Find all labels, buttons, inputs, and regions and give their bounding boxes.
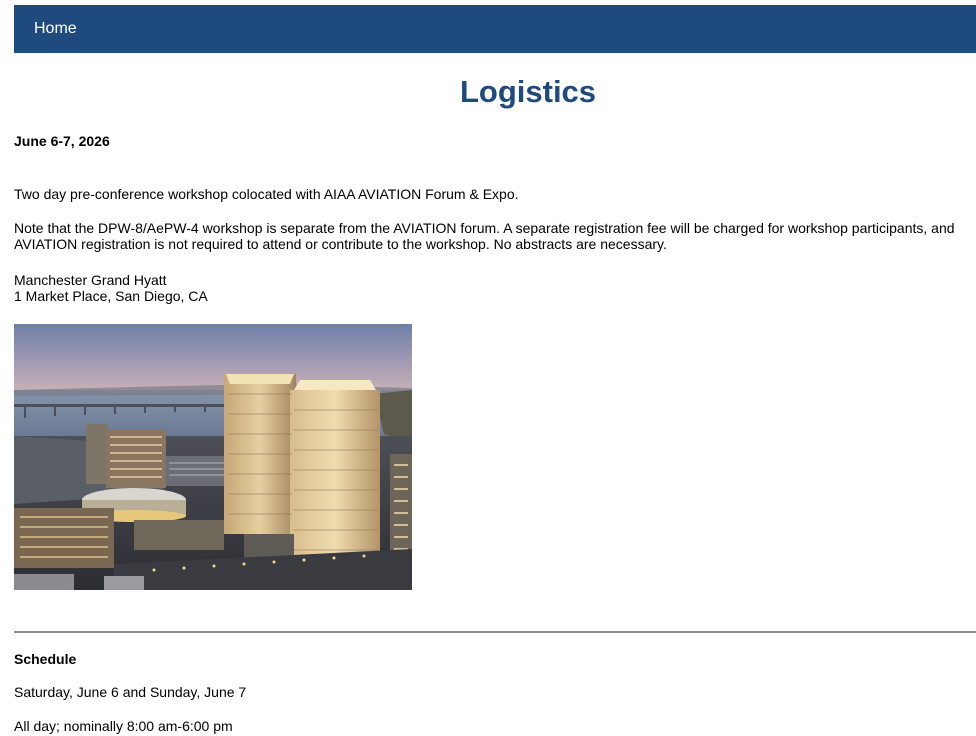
event-date: June 6-7, 2026: [14, 133, 110, 149]
intro-paragraph: Two day pre-conference workshop colocate…: [14, 186, 519, 202]
registration-note: Note that the DPW-8/AePW-4 workshop is s…: [14, 220, 955, 252]
schedule-hours: All day; nominally 8:00 am-6:00 pm: [14, 718, 233, 734]
page: Home Logistics June 6-7, 2026 Two day pr…: [0, 0, 976, 736]
top-navbar: Home: [14, 5, 976, 53]
hotel-photo: [14, 324, 412, 590]
section-divider: [14, 631, 976, 633]
venue-name: Manchester Grand Hyatt: [14, 272, 167, 288]
page-title: Logistics: [459, 74, 597, 109]
schedule-days: Saturday, June 6 and Sunday, June 7: [14, 684, 247, 700]
hotel-photo-illustration: [14, 324, 412, 590]
nav-home-link[interactable]: Home: [34, 19, 77, 39]
venue-block: Manchester Grand Hyatt 1 Market Place, S…: [14, 272, 976, 304]
schedule-heading: Schedule: [14, 651, 77, 667]
venue-address: 1 Market Place, San Diego, CA: [14, 288, 208, 304]
